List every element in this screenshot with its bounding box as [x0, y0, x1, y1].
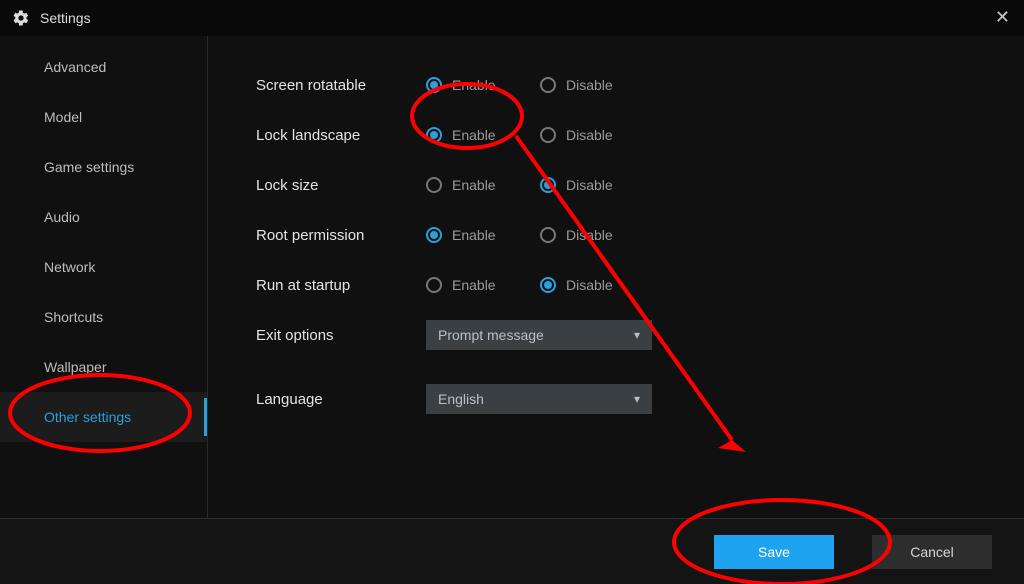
- radio-screen-rotatable-enable[interactable]: Enable: [426, 77, 540, 93]
- sidebar-item-advanced[interactable]: Advanced: [0, 42, 207, 92]
- sidebar: Advanced Model Game settings Audio Netwo…: [0, 36, 208, 518]
- sidebar-item-label: Wallpaper: [44, 359, 107, 375]
- radio-lock-size-disable[interactable]: Disable: [540, 177, 654, 193]
- setting-label: Screen rotatable: [256, 77, 426, 94]
- gear-icon: [12, 9, 30, 27]
- row-lock-size: Lock size Enable Disable: [256, 160, 1000, 210]
- radio-label: Enable: [452, 227, 496, 243]
- sidebar-item-label: Audio: [44, 209, 80, 225]
- titlebar: Settings ✕: [0, 0, 1024, 36]
- settings-content: Screen rotatable Enable Disable Lock lan…: [208, 36, 1024, 518]
- radio-icon: [426, 77, 442, 93]
- chevron-down-icon: ▾: [634, 328, 640, 342]
- sidebar-item-label: Shortcuts: [44, 309, 103, 325]
- radio-label: Disable: [566, 227, 613, 243]
- select-exit-options[interactable]: Prompt message ▾: [426, 320, 652, 350]
- radio-label: Disable: [566, 177, 613, 193]
- row-lock-landscape: Lock landscape Enable Disable: [256, 110, 1000, 160]
- sidebar-item-other-settings[interactable]: Other settings: [0, 392, 207, 442]
- radio-lock-size-enable[interactable]: Enable: [426, 177, 540, 193]
- radio-icon: [540, 277, 556, 293]
- button-label: Cancel: [910, 544, 954, 560]
- radio-icon: [540, 127, 556, 143]
- radio-icon: [426, 227, 442, 243]
- row-root-permission: Root permission Enable Disable: [256, 210, 1000, 260]
- sidebar-item-audio[interactable]: Audio: [0, 192, 207, 242]
- radio-screen-rotatable-disable[interactable]: Disable: [540, 77, 654, 93]
- setting-label: Root permission: [256, 227, 426, 244]
- window-title: Settings: [40, 10, 91, 26]
- radio-root-permission-disable[interactable]: Disable: [540, 227, 654, 243]
- sidebar-item-label: Other settings: [44, 409, 131, 425]
- radio-run-at-startup-enable[interactable]: Enable: [426, 277, 540, 293]
- sidebar-item-shortcuts[interactable]: Shortcuts: [0, 292, 207, 342]
- radio-label: Disable: [566, 127, 613, 143]
- cancel-button[interactable]: Cancel: [872, 535, 992, 569]
- radio-icon: [540, 227, 556, 243]
- radio-icon: [426, 277, 442, 293]
- radio-lock-landscape-disable[interactable]: Disable: [540, 127, 654, 143]
- save-button[interactable]: Save: [714, 535, 834, 569]
- radio-label: Enable: [452, 127, 496, 143]
- select-value: Prompt message: [438, 327, 544, 343]
- setting-label: Lock size: [256, 177, 426, 194]
- radio-icon: [426, 127, 442, 143]
- sidebar-item-label: Advanced: [44, 59, 106, 75]
- sidebar-item-wallpaper[interactable]: Wallpaper: [0, 342, 207, 392]
- setting-label: Exit options: [256, 327, 426, 344]
- radio-run-at-startup-disable[interactable]: Disable: [540, 277, 654, 293]
- radio-group-root-permission: Enable Disable: [426, 227, 654, 243]
- radio-label: Enable: [452, 277, 496, 293]
- row-run-at-startup: Run at startup Enable Disable: [256, 260, 1000, 310]
- select-language[interactable]: English ▾: [426, 384, 652, 414]
- body: Advanced Model Game settings Audio Netwo…: [0, 36, 1024, 518]
- row-screen-rotatable: Screen rotatable Enable Disable: [256, 60, 1000, 110]
- close-icon[interactable]: ✕: [995, 8, 1010, 26]
- select-value: English: [438, 391, 484, 407]
- radio-icon: [426, 177, 442, 193]
- radio-lock-landscape-enable[interactable]: Enable: [426, 127, 540, 143]
- radio-label: Disable: [566, 77, 613, 93]
- radio-group-lock-landscape: Enable Disable: [426, 127, 654, 143]
- button-label: Save: [758, 544, 790, 560]
- radio-icon: [540, 177, 556, 193]
- sidebar-item-label: Model: [44, 109, 82, 125]
- settings-window: Settings ✕ Advanced Model Game settings …: [0, 0, 1024, 584]
- sidebar-item-label: Network: [44, 259, 95, 275]
- sidebar-item-game[interactable]: Game settings: [0, 142, 207, 192]
- footer: Save Cancel: [0, 518, 1024, 584]
- radio-label: Enable: [452, 177, 496, 193]
- chevron-down-icon: ▾: [634, 392, 640, 406]
- sidebar-item-network[interactable]: Network: [0, 242, 207, 292]
- radio-group-lock-size: Enable Disable: [426, 177, 654, 193]
- sidebar-item-label: Game settings: [44, 159, 134, 175]
- setting-label: Run at startup: [256, 277, 426, 294]
- radio-root-permission-enable[interactable]: Enable: [426, 227, 540, 243]
- row-language: Language English ▾: [256, 374, 1000, 424]
- row-exit-options: Exit options Prompt message ▾: [256, 310, 1000, 360]
- setting-label: Language: [256, 391, 426, 408]
- radio-group-screen-rotatable: Enable Disable: [426, 77, 654, 93]
- radio-group-run-at-startup: Enable Disable: [426, 277, 654, 293]
- radio-label: Enable: [452, 77, 496, 93]
- sidebar-item-model[interactable]: Model: [0, 92, 207, 142]
- radio-label: Disable: [566, 277, 613, 293]
- setting-label: Lock landscape: [256, 127, 426, 144]
- radio-icon: [540, 77, 556, 93]
